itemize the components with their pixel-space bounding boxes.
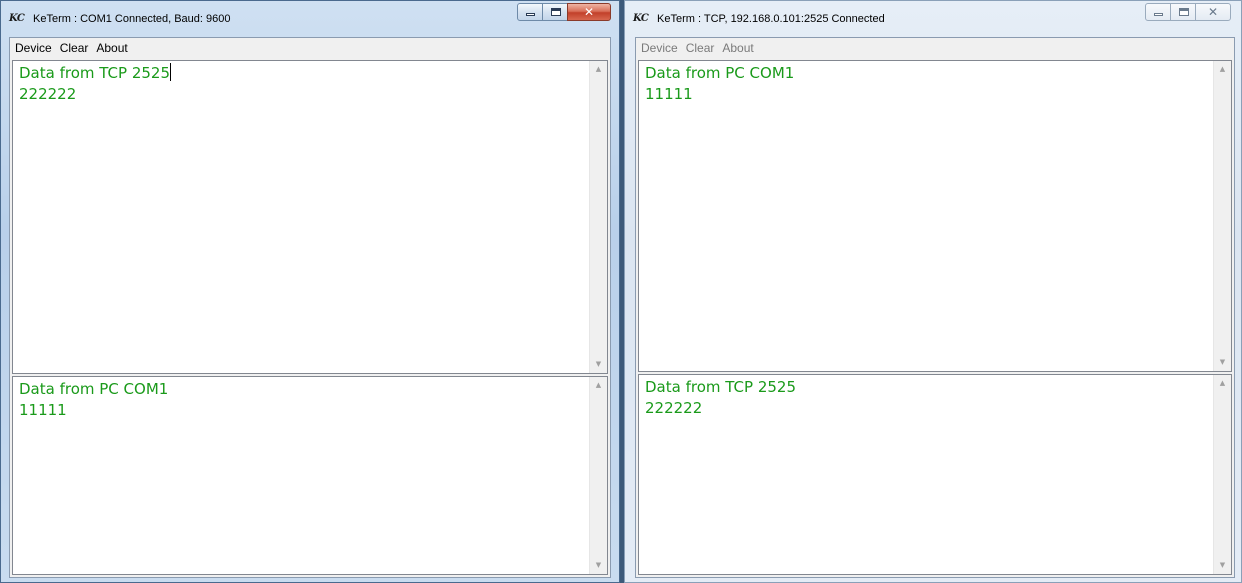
send-scrollbar[interactable]: ▲ ▼: [589, 377, 607, 574]
window-title: KeTerm : TCP, 192.168.0.101:2525 Connect…: [657, 13, 885, 25]
receive-scrollbar[interactable]: ▲ ▼: [1213, 61, 1231, 371]
receive-text[interactable]: Data from TCP 2525 222222: [19, 63, 585, 105]
menu-clear[interactable]: Clear: [682, 38, 719, 58]
menu-about[interactable]: About: [92, 38, 131, 58]
scroll-down-icon[interactable]: ▼: [1214, 557, 1231, 574]
scroll-up-icon[interactable]: ▲: [590, 61, 607, 78]
receive-line-2: 222222: [19, 85, 77, 103]
menu-about[interactable]: About: [718, 38, 757, 58]
send-text[interactable]: Data from TCP 2525 222222: [645, 377, 1209, 419]
scroll-down-icon[interactable]: ▼: [590, 557, 607, 574]
text-caret: [170, 63, 172, 81]
menu-bar: Device Clear About: [636, 38, 1234, 58]
close-icon: ✕: [583, 5, 595, 19]
window-client-area: Device Clear About Data from PC COM1 111…: [635, 37, 1235, 578]
scroll-up-icon[interactable]: ▲: [1214, 375, 1231, 392]
receive-text[interactable]: Data from PC COM1 11111: [645, 63, 1209, 105]
minimize-button[interactable]: [517, 3, 543, 21]
receive-pane[interactable]: Data from TCP 2525 222222 ▲ ▼: [12, 60, 608, 374]
app-logo-icon: KC: [633, 13, 649, 24]
caption-buttons: ✕: [517, 3, 611, 23]
scroll-down-icon[interactable]: ▼: [1214, 354, 1231, 371]
scroll-up-icon[interactable]: ▲: [1214, 61, 1231, 78]
send-line-1: Data from TCP 2525: [645, 378, 797, 396]
app-logo-icon: KC: [9, 13, 25, 24]
receive-line-2: 11111: [645, 85, 693, 103]
receive-line-1: Data from PC COM1: [645, 64, 795, 82]
scroll-down-icon[interactable]: ▼: [590, 356, 607, 373]
scroll-up-icon[interactable]: ▲: [590, 377, 607, 394]
send-line-2: 11111: [19, 401, 67, 419]
menu-clear[interactable]: Clear: [56, 38, 93, 58]
send-pane[interactable]: Data from PC COM1 11111 ▲ ▼: [12, 376, 608, 575]
maximize-icon: [1179, 8, 1189, 16]
minimize-button[interactable]: [1145, 3, 1171, 21]
minimize-icon: [526, 13, 535, 16]
close-button[interactable]: ✕: [567, 3, 611, 21]
receive-line-1: Data from TCP 2525: [19, 64, 171, 82]
send-scrollbar[interactable]: ▲ ▼: [1213, 375, 1231, 574]
receive-scrollbar[interactable]: ▲ ▼: [589, 61, 607, 373]
send-line-2: 222222: [645, 399, 703, 417]
caption-buttons: ✕: [1145, 3, 1231, 23]
window-client-area: Device Clear About Data from TCP 2525 22…: [9, 37, 611, 578]
menu-bar: Device Clear About: [10, 38, 610, 58]
maximize-button[interactable]: [542, 3, 568, 21]
window-title: KeTerm : COM1 Connected, Baud: 9600: [33, 13, 231, 25]
menu-device[interactable]: Device: [636, 38, 682, 58]
menu-device[interactable]: Device: [10, 38, 56, 58]
minimize-icon: [1154, 13, 1163, 16]
close-icon: ✕: [1207, 5, 1219, 19]
title-bar[interactable]: KC KeTerm : COM1 Connected, Baud: 9600 ✕: [1, 1, 619, 37]
close-button[interactable]: ✕: [1195, 3, 1231, 21]
title-bar[interactable]: KC KeTerm : TCP, 192.168.0.101:2525 Conn…: [625, 1, 1241, 37]
maximize-icon: [551, 8, 561, 16]
receive-pane[interactable]: Data from PC COM1 11111 ▲ ▼: [638, 60, 1232, 372]
keterm-window-com1: KC KeTerm : COM1 Connected, Baud: 9600 ✕…: [0, 0, 620, 583]
maximize-button[interactable]: [1170, 3, 1196, 21]
send-line-1: Data from PC COM1: [19, 380, 169, 398]
send-pane[interactable]: Data from TCP 2525 222222 ▲ ▼: [638, 374, 1232, 575]
send-text[interactable]: Data from PC COM1 11111: [19, 379, 585, 421]
keterm-window-tcp: KC KeTerm : TCP, 192.168.0.101:2525 Conn…: [624, 0, 1242, 583]
